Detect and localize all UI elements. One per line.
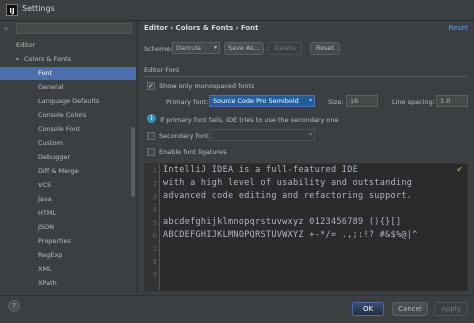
font-size-input[interactable]: 16: [346, 95, 378, 107]
tree-item-colors-fonts[interactable]: ▾ Colors & Fonts: [0, 53, 152, 66]
window-title: Settings: [22, 4, 55, 13]
settings-window: IJ Settings ⌕ Editor ▾ Colors & Fonts Fon…: [0, 0, 474, 323]
preview-line: abcdefghijklmnopqrstuvwxyz 0123456789 ()…: [163, 217, 402, 227]
help-icon[interactable]: ?: [8, 300, 20, 312]
tree-item-label: Font: [38, 69, 53, 77]
checkmark-icon: ✔: [456, 165, 463, 174]
search-icon: ⌕: [4, 24, 9, 33]
preview-line: IntelliJ IDEA is a full-featured IDE: [163, 165, 359, 175]
delete-button[interactable]: Delete: [268, 42, 302, 55]
line-spacing-input[interactable]: 1.0: [436, 95, 468, 107]
scheme-value: Darcula: [176, 44, 202, 52]
ligatures-checkbox[interactable]: [147, 148, 155, 156]
tree-item-label: Colors & Fonts: [24, 55, 72, 63]
tree-item-language-defaults[interactable]: Language Defaults: [0, 95, 136, 108]
ok-button[interactable]: OK: [352, 302, 384, 316]
breadcrumb: Editor › Colors & Fonts › Font: [144, 24, 259, 32]
show-monospaced-label: Show only monospaced fonts: [159, 82, 255, 90]
section-separator: [144, 76, 468, 77]
tree-item-label: JSON: [38, 223, 55, 231]
scheme-label: Scheme:: [144, 45, 173, 53]
line-number: 8: [152, 258, 157, 266]
chevron-down-icon: ▾: [213, 44, 217, 51]
tree-item-label: XPath: [38, 279, 57, 287]
panel-divider[interactable]: [137, 21, 138, 295]
tree-item-label: HTML: [38, 209, 57, 217]
primary-font-value: Source Code Pro Semibold: [213, 97, 299, 105]
scheme-reset-button[interactable]: Reset: [310, 42, 340, 55]
settings-search-bar: ⌕: [0, 21, 136, 36]
preview-line: ABCDEFGHIJKLMNOPQRSTUVWXYZ +-*/= .,;:!? …: [163, 230, 418, 240]
secondary-font-label: Secondary font:: [159, 132, 211, 140]
tree-item-label: Language Defaults: [38, 97, 100, 105]
save-as-button[interactable]: Save As...: [224, 42, 264, 55]
footer-separator: [0, 295, 474, 296]
tree-item-console-colors[interactable]: Console Colors: [0, 109, 136, 122]
reset-link[interactable]: Reset: [448, 24, 468, 32]
preview-line: with a high level of usability and outst…: [163, 178, 413, 188]
tree-item-label: Console Font: [38, 125, 81, 133]
tree-item-console-font[interactable]: Console Font: [0, 123, 136, 136]
cancel-button[interactable]: Cancel: [392, 302, 428, 316]
tree-item-label: XML: [38, 265, 52, 273]
tree-item-debugger[interactable]: Debugger: [0, 151, 136, 164]
line-number: 3: [152, 193, 157, 201]
line-number: 4: [152, 206, 157, 214]
tree-item-label: Console Colors: [38, 111, 87, 119]
font-preview-editor[interactable]: 1 2 3 4 5 6 7 8 9 IntelliJ IDEA is a ful…: [144, 163, 468, 291]
line-number: 2: [152, 180, 157, 188]
secondary-font-checkbox[interactable]: [147, 132, 155, 140]
line-number-gutter: 1 2 3 4 5 6 7 8 9: [145, 164, 160, 290]
apply-button[interactable]: Apply: [434, 302, 468, 316]
tree-item-java[interactable]: Java: [0, 193, 136, 206]
size-label: Size:: [328, 98, 344, 106]
tree-item-xml[interactable]: XML: [0, 263, 136, 276]
tree-item-vcs[interactable]: VCS: [0, 179, 136, 192]
tree-item-regexp[interactable]: RegExp: [0, 249, 136, 262]
line-number: 1: [152, 167, 157, 175]
tree-scrollbar[interactable]: [131, 127, 135, 197]
expanded-arrow-icon[interactable]: ▾: [16, 53, 24, 66]
tree-item-label: Editor: [16, 41, 36, 49]
secondary-font-select[interactable]: ▾: [209, 129, 315, 141]
line-number: 7: [152, 245, 157, 253]
tree-item-label: Debugger: [38, 153, 71, 161]
tree-item-label: RegExp: [38, 251, 63, 259]
settings-tree: Editor ▾ Colors & Fonts Font General Lang…: [0, 37, 136, 294]
tree-item-editor[interactable]: Editor: [0, 39, 152, 52]
tree-item-general[interactable]: General: [0, 81, 136, 94]
line-number: 5: [152, 219, 157, 227]
tree-item-diff-merge[interactable]: Diff & Merge: [0, 165, 136, 178]
tree-item-label: Diff & Merge: [38, 167, 79, 175]
search-input[interactable]: [16, 23, 132, 34]
chevron-down-icon: ▾: [308, 131, 312, 138]
preview-line: advanced code editing and refactoring su…: [163, 191, 413, 201]
show-monospaced-checkbox[interactable]: ✓: [147, 82, 155, 90]
tree-item-label: General: [38, 83, 64, 91]
line-number: 9: [152, 271, 157, 279]
tree-item-json[interactable]: JSON: [0, 221, 136, 234]
primary-font-label: Primary font:: [166, 98, 209, 106]
tree-item-html[interactable]: HTML: [0, 207, 136, 220]
tree-item-properties[interactable]: Properties: [0, 235, 136, 248]
primary-font-select[interactable]: Source Code Pro Semibold ▾: [209, 95, 315, 107]
editor-font-section-title: Editor Font: [144, 66, 180, 74]
line-spacing-label: Line spacing:: [392, 98, 435, 106]
tree-item-custom[interactable]: Custom: [0, 137, 136, 150]
tree-item-xpath[interactable]: XPath: [0, 277, 136, 290]
info-text: If primary font fails, IDE tries to use …: [160, 116, 339, 124]
title-bar: IJ Settings: [0, 0, 474, 21]
tree-item-label: Java: [38, 195, 52, 203]
chevron-down-icon: ▾: [308, 97, 312, 104]
tree-item-label: VCS: [38, 181, 52, 189]
line-number: 6: [152, 232, 157, 240]
ligatures-label: Enable font ligatures: [159, 148, 227, 156]
intellij-app-icon: IJ: [6, 4, 18, 16]
info-icon: i: [147, 114, 156, 123]
scheme-select[interactable]: Darcula ▾: [172, 42, 220, 54]
tree-item-font[interactable]: Font: [0, 67, 136, 80]
tree-item-label: Properties: [38, 237, 71, 245]
tree-item-label: Custom: [38, 139, 63, 147]
